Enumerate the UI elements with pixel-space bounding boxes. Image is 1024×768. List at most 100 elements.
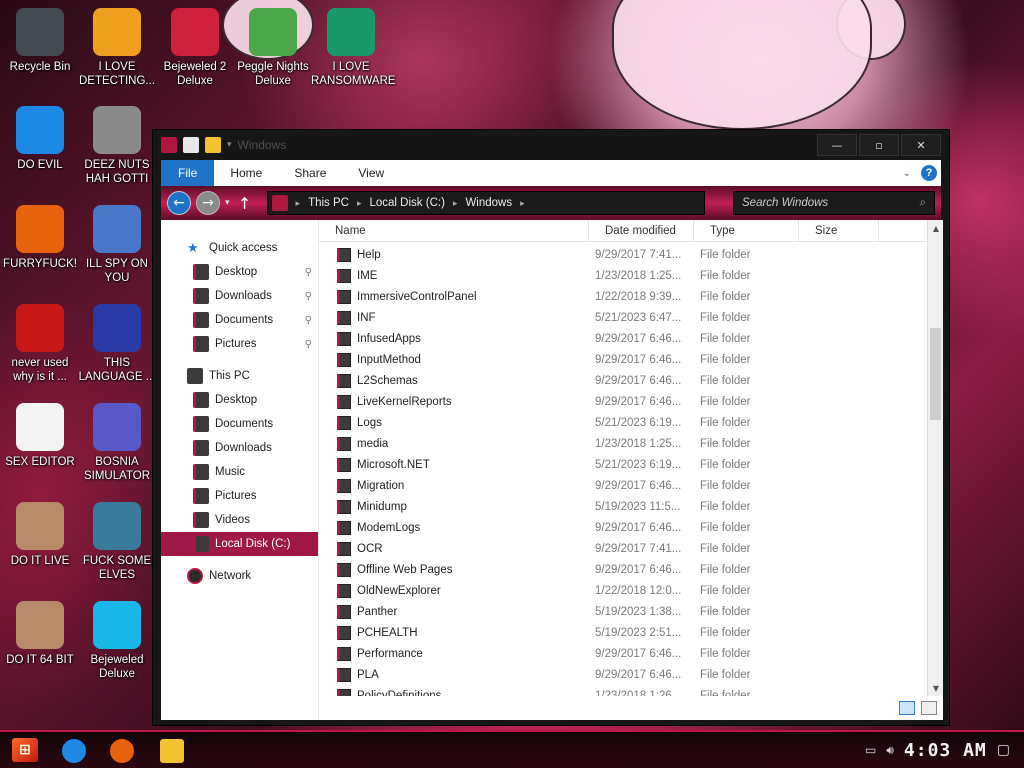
start-button[interactable]: ⊞ xyxy=(12,738,38,762)
nav-quick-access[interactable]: ★ Quick access xyxy=(161,236,318,260)
large-icons-view-button[interactable] xyxy=(921,701,937,715)
desktop-icon[interactable]: I LOVE DETECTING... xyxy=(77,8,157,88)
file-row[interactable]: Microsoft.NET 5/21/2023 6:19... File folde… xyxy=(319,454,927,475)
scrollbar-thumb[interactable] xyxy=(930,328,941,420)
file-row[interactable]: OCR 9/29/2017 7:41... File folder xyxy=(319,538,927,559)
recent-locations-icon[interactable]: ▾ xyxy=(225,198,230,208)
file-row[interactable]: InfusedApps 9/29/2017 6:46... File folder xyxy=(319,328,927,349)
details-view-button[interactable] xyxy=(899,701,915,715)
desktop-icon[interactable]: DO EVIL xyxy=(0,106,80,172)
file-explorer-icon[interactable] xyxy=(160,739,184,763)
tab-share[interactable]: Share xyxy=(278,160,342,186)
tab-file[interactable]: File xyxy=(161,160,215,186)
pin-icon[interactable]: ⚲ xyxy=(305,291,312,302)
file-type: File folder xyxy=(700,542,751,555)
nav-pc-item[interactable]: Local Disk (C:) xyxy=(161,532,318,556)
desktop-icon[interactable]: BOSNIA SIMULATOR xyxy=(77,403,157,483)
file-row[interactable]: Logs 5/21/2023 6:19... File folder xyxy=(319,412,927,433)
desktop-icon[interactable]: I LOVE RANSOMWARE xyxy=(311,8,396,88)
desktop-icon[interactable]: DO IT LIVE xyxy=(0,502,80,568)
search-input[interactable]: Search Windows ⌕ xyxy=(733,191,935,215)
maximize-button[interactable]: ▫ xyxy=(859,134,899,156)
nav-quick-item[interactable]: Pictures ⚲ xyxy=(161,332,318,356)
file-row[interactable]: L2Schemas 9/29/2017 6:46... File folder xyxy=(319,370,927,391)
up-button[interactable]: ↑ xyxy=(236,191,254,215)
desktop-icon[interactable]: DO IT 64 BIT xyxy=(0,601,80,667)
pin-icon[interactable]: ⚲ xyxy=(305,315,312,326)
nav-network[interactable]: Network xyxy=(161,564,318,588)
file-row[interactable]: media 1/23/2018 1:25... File folder xyxy=(319,433,927,454)
nav-quick-item[interactable]: Downloads ⚲ xyxy=(161,284,318,308)
breadcrumb-windows[interactable]: Windows xyxy=(465,197,512,209)
column-name[interactable]: Name xyxy=(319,220,589,241)
nav-pc-item[interactable]: Downloads xyxy=(161,436,318,460)
desktop-icon[interactable]: ILL SPY ON YOU xyxy=(77,205,157,285)
nav-this-pc[interactable]: This PC xyxy=(161,364,318,388)
properties-icon[interactable] xyxy=(183,137,199,153)
desktop-icon[interactable]: Bejeweled 2 Deluxe xyxy=(155,8,235,88)
minimize-button[interactable]: — xyxy=(817,134,857,156)
pin-icon[interactable]: ⚲ xyxy=(305,339,312,350)
expand-ribbon-icon[interactable]: ⌄ xyxy=(903,168,911,179)
folder-icon xyxy=(337,310,351,325)
tab-view[interactable]: View xyxy=(342,160,400,186)
desktop-icon[interactable]: never used why is it ... xyxy=(0,304,80,384)
nav-pc-item[interactable]: Music xyxy=(161,460,318,484)
file-row[interactable]: INF 5/21/2023 6:47... File folder xyxy=(319,307,927,328)
desktop-icon[interactable]: THIS LANGUAGE ... xyxy=(77,304,157,384)
desktop-icon[interactable]: FURRYFUCK! xyxy=(0,205,80,271)
file-row[interactable]: LiveKernelReports 9/29/2017 6:46... File f… xyxy=(319,391,927,412)
new-folder-icon[interactable] xyxy=(205,137,221,153)
clock[interactable]: 4:03 AM xyxy=(904,740,987,761)
nav-pc-item[interactable]: Pictures xyxy=(161,484,318,508)
nav-quick-item[interactable]: Documents ⚲ xyxy=(161,308,318,332)
nav-pc-item[interactable]: Desktop xyxy=(161,388,318,412)
file-row[interactable]: ModemLogs 9/29/2017 6:46... File folder xyxy=(319,517,927,538)
desktop-icon[interactable]: Bejeweled Deluxe xyxy=(77,601,157,681)
nav-pc-item[interactable]: Videos xyxy=(161,508,318,532)
notifications-icon[interactable]: ▢ xyxy=(997,742,1010,758)
column-size[interactable]: Size xyxy=(799,220,879,241)
breadcrumb-this-pc[interactable]: This PC xyxy=(308,197,349,209)
file-row[interactable]: Performance 9/29/2017 6:46... File folder xyxy=(319,643,927,664)
breadcrumb-local-disk[interactable]: Local Disk (C:) xyxy=(370,197,445,209)
forward-button[interactable]: → xyxy=(196,191,220,215)
file-row[interactable]: ImmersiveControlPanel 1/22/2018 9:39... Fi… xyxy=(319,286,927,307)
file-row[interactable]: Help 9/29/2017 7:41... File folder xyxy=(319,244,927,265)
breadcrumb[interactable]: ▸ This PC ▸ Local Disk (C:) ▸ Windows ▸ xyxy=(266,191,705,215)
desktop-icon[interactable]: FUCK SOME ELVES xyxy=(77,502,157,582)
nav-quick-item[interactable]: Desktop ⚲ xyxy=(161,260,318,284)
scroll-down-icon[interactable]: ▼ xyxy=(928,680,944,696)
file-row[interactable]: PCHEALTH 5/19/2023 2:51... File folder xyxy=(319,622,927,643)
desktop-icon[interactable]: Recycle Bin xyxy=(0,8,80,74)
help-icon[interactable]: ? xyxy=(921,165,937,181)
column-date[interactable]: Date modified xyxy=(589,220,694,241)
file-row[interactable]: IME 1/23/2018 1:25... File folder xyxy=(319,265,927,286)
file-row[interactable]: Migration 9/29/2017 6:46... File folder xyxy=(319,475,927,496)
pin-icon[interactable]: ⚲ xyxy=(305,267,312,278)
network-tray-icon[interactable]: ▭ xyxy=(865,743,876,757)
vertical-scrollbar[interactable]: ▲ ▼ xyxy=(927,220,943,696)
close-button[interactable]: ✕ xyxy=(901,134,941,156)
file-row[interactable]: PolicyDefinitions 1/23/2018 1:26... File f… xyxy=(319,685,927,696)
desktop-icon[interactable]: Peggle Nights Deluxe xyxy=(233,8,313,88)
file-row[interactable]: Offline Web Pages 9/29/2017 6:46... File f… xyxy=(319,559,927,580)
column-type[interactable]: Type xyxy=(694,220,799,241)
file-row[interactable]: Panther 5/19/2023 1:38... File folder xyxy=(319,601,927,622)
file-row[interactable]: PLA 9/29/2017 6:46... File folder xyxy=(319,664,927,685)
firefox-icon[interactable] xyxy=(110,739,134,763)
tab-home[interactable]: Home xyxy=(214,160,278,186)
scroll-up-icon[interactable]: ▲ xyxy=(928,220,944,236)
folder-icon xyxy=(337,394,351,409)
quick-access-dropdown-icon[interactable]: ▾ xyxy=(227,140,232,150)
file-row[interactable]: InputMethod 9/29/2017 6:46... File folder xyxy=(319,349,927,370)
nav-pc-item[interactable]: Documents xyxy=(161,412,318,436)
file-row[interactable]: Minidump 5/19/2023 11:5... File folder xyxy=(319,496,927,517)
chrome-icon[interactable] xyxy=(62,739,86,763)
desktop-icon[interactable]: DEEZ NUTS HAH GOTTI xyxy=(77,106,157,186)
volume-icon[interactable]: 🔊︎ xyxy=(886,743,894,758)
file-row[interactable]: OldNewExplorer 1/22/2018 12:0... File fold… xyxy=(319,580,927,601)
back-button[interactable]: ← xyxy=(167,191,191,215)
title-bar[interactable]: ▾ Windows — ▫ ✕ xyxy=(153,130,949,160)
desktop-icon[interactable]: SEX EDITOR xyxy=(0,403,80,469)
